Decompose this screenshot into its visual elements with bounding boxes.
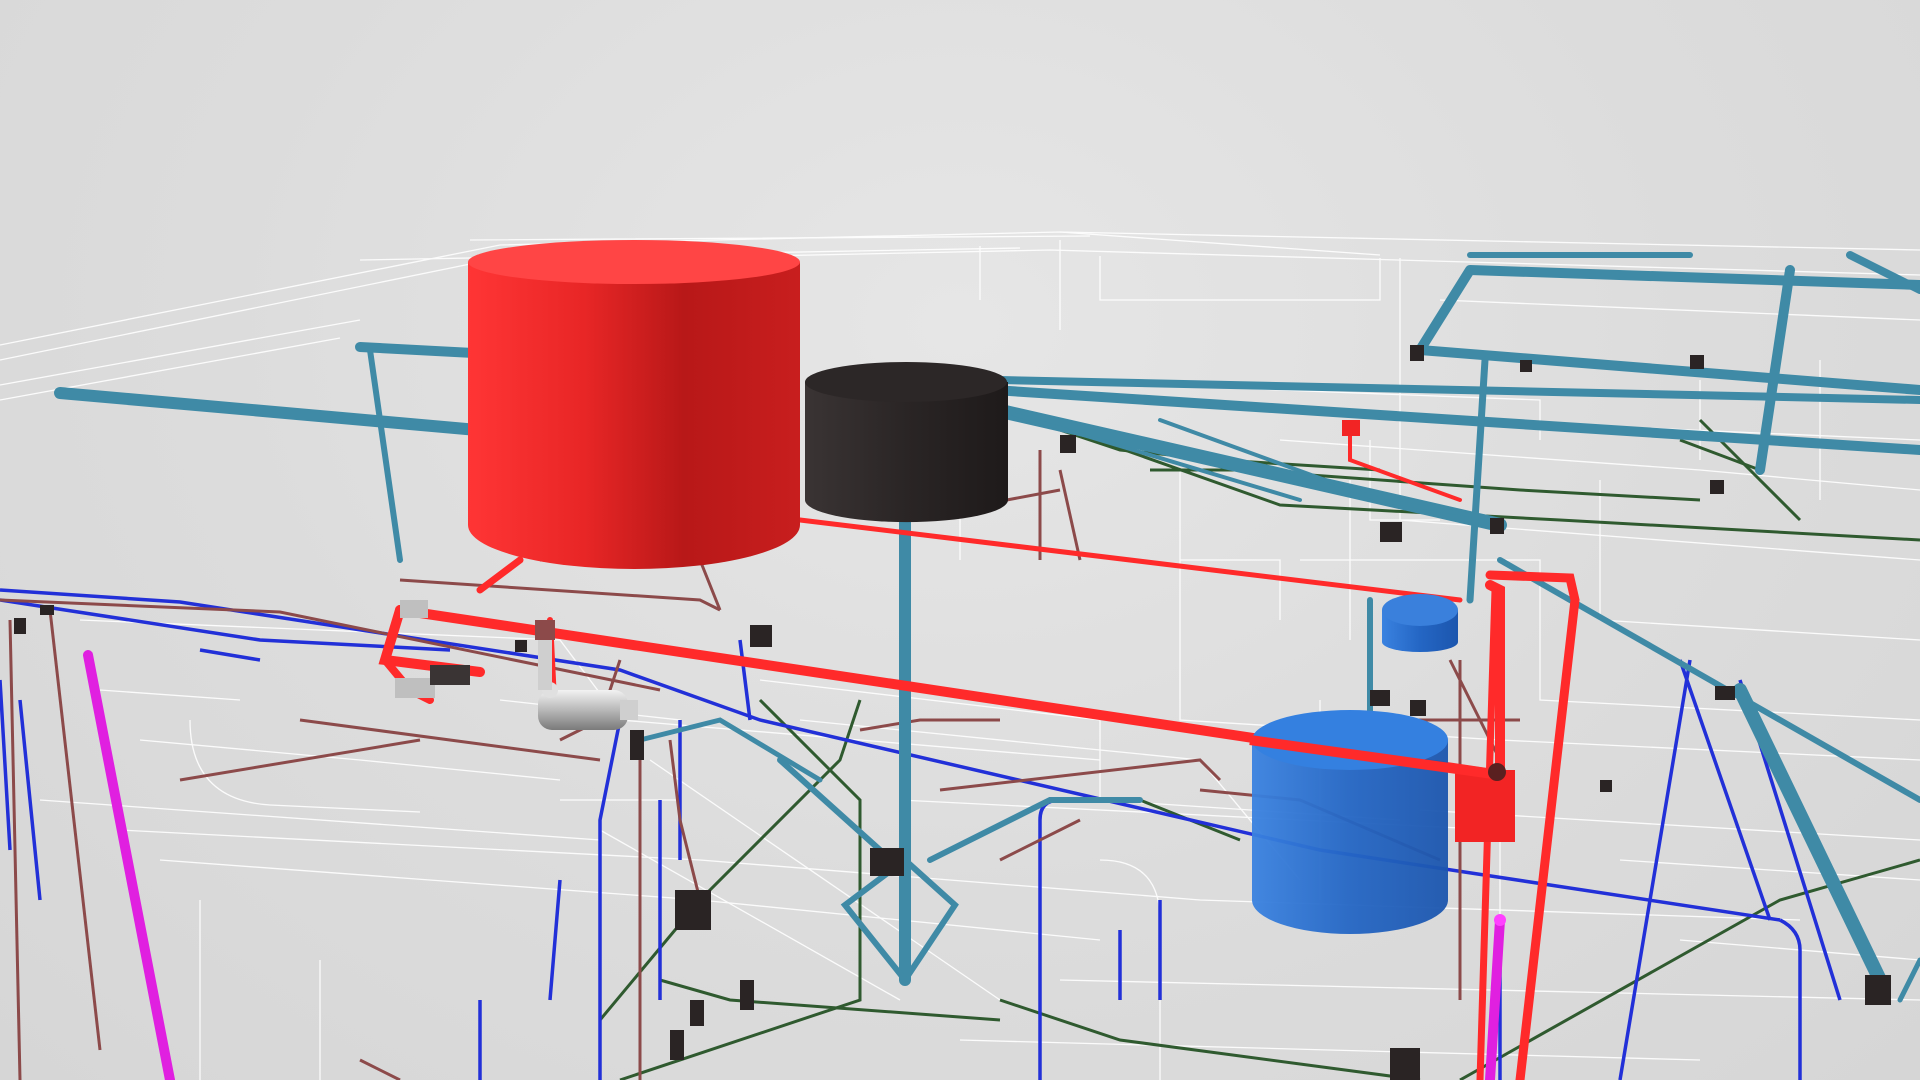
red-heater-box[interactable] xyxy=(1455,770,1515,842)
red-valve-box[interactable] xyxy=(1342,420,1360,436)
black-storage-tank[interactable] xyxy=(805,362,1008,523)
blue-small-tank[interactable] xyxy=(1382,594,1458,652)
pipe-elbow xyxy=(1488,763,1506,781)
drain-piping xyxy=(0,478,1842,1080)
plumbing-3d-scene[interactable] xyxy=(0,0,1920,1080)
3d-model-viewport[interactable] xyxy=(0,0,1920,1080)
fire-riser-cap xyxy=(1494,914,1506,926)
red-storage-tank[interactable] xyxy=(468,240,800,569)
floor-plan-lines xyxy=(0,231,1920,1080)
